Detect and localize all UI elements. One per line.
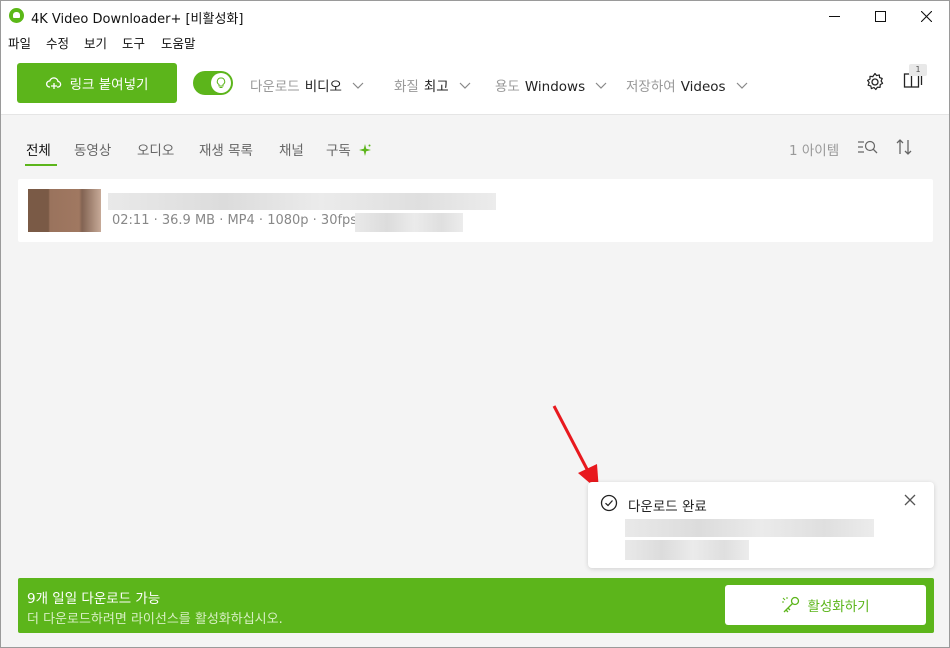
close-icon <box>904 494 916 506</box>
maximize-button[interactable] <box>857 1 903 31</box>
tab-videos[interactable]: 동영상 <box>74 139 111 159</box>
window-title: 4K Video Downloader+ [비활성화] <box>31 12 244 27</box>
settings-button[interactable] <box>865 72 885 96</box>
redacted-source <box>355 213 463 232</box>
toast-title: 다운로드 완료 <box>628 499 707 515</box>
check-circle-icon <box>600 494 618 516</box>
menu-file[interactable]: 파일 <box>8 33 31 52</box>
quality-value: 최고 <box>423 79 449 95</box>
chevron-down-icon <box>595 82 607 89</box>
key-icon <box>782 596 800 613</box>
license-banner: 9개 일일 다운로드 가능 더 다운로드하려면 라이선스를 활성화하십시오. 활… <box>18 578 934 633</box>
platform-select[interactable]: 용도 Windows <box>495 75 607 95</box>
redacted-filename <box>625 519 874 537</box>
download-type-label: 다운로드 <box>250 79 300 95</box>
tab-subscriptions[interactable]: 구독 <box>326 139 372 159</box>
sort-icon <box>896 139 912 155</box>
daily-limit-text: 9개 일일 다운로드 가능 <box>27 591 161 607</box>
toolbar: 링크 붙여넣기 다운로드 비디오 화질 최고 용도 Windows 저장하여 Video… <box>1 51 949 115</box>
smart-mode-toggle[interactable] <box>193 71 233 95</box>
save-location-select[interactable]: 저장하여 Videos <box>626 75 748 95</box>
item-count: 1 아이템 <box>789 143 840 159</box>
menu-bar: 파일 수정 보기 도구 도움말 <box>1 31 949 51</box>
lightbulb-icon <box>216 77 226 88</box>
video-thumbnail <box>28 189 101 232</box>
menu-help[interactable]: 도움말 <box>161 33 196 52</box>
chevron-down-icon <box>459 82 471 89</box>
activate-button[interactable]: 활성화하기 <box>725 585 926 625</box>
close-button[interactable] <box>903 1 949 31</box>
video-metadata: 02:11 · 36.9 MB · MP4 · 1080p · 30fps · <box>112 213 366 228</box>
app-window: 4K Video Downloader+ [비활성화] 파일 수정 보기 도구 … <box>0 0 950 648</box>
gear-icon <box>867 72 884 91</box>
active-tab-indicator <box>25 164 57 166</box>
platform-label: 용도 <box>495 79 520 95</box>
activate-label: 활성화하기 <box>807 599 870 615</box>
search-button[interactable] <box>857 139 879 159</box>
sparkle-icon <box>359 144 372 156</box>
tab-channels[interactable]: 채널 <box>279 139 304 159</box>
download-type-select[interactable]: 다운로드 비디오 <box>250 75 364 95</box>
menu-edit[interactable]: 수정 <box>46 33 69 52</box>
queue-count-badge: 1 <box>909 64 927 76</box>
filter-tabs: 전체 동영상 오디오 재생 목록 채널 구독 1 아이템 <box>1 131 949 167</box>
save-location-label: 저장하여 <box>626 79 676 95</box>
close-icon <box>920 10 932 22</box>
quality-select[interactable]: 화질 최고 <box>394 75 471 95</box>
title-bar: 4K Video Downloader+ [비활성화] <box>1 1 949 31</box>
redacted-path <box>625 540 749 560</box>
cloud-plus-icon <box>45 77 61 89</box>
download-list-item[interactable]: 02:11 · 36.9 MB · MP4 · 1080p · 30fps · <box>18 179 933 242</box>
save-location-value: Videos <box>680 79 726 95</box>
toggle-knob <box>211 73 231 93</box>
paste-link-button[interactable]: 링크 붙여넣기 <box>17 63 177 103</box>
minimize-button[interactable] <box>811 1 857 31</box>
tab-subscriptions-label: 구독 <box>326 143 351 159</box>
paste-link-label: 링크 붙여넣기 <box>69 77 149 93</box>
redacted-title <box>108 193 496 210</box>
app-logo-icon <box>9 8 24 23</box>
tab-all[interactable]: 전체 <box>26 139 51 159</box>
tab-playlists[interactable]: 재생 목록 <box>199 139 253 159</box>
menu-tools[interactable]: 도구 <box>122 33 145 52</box>
platform-value: Windows <box>524 79 586 95</box>
tab-audio[interactable]: 오디오 <box>137 139 174 159</box>
maximize-icon <box>874 10 886 22</box>
minimize-icon <box>828 15 840 17</box>
quality-label: 화질 <box>394 79 419 95</box>
search-icon <box>858 140 878 154</box>
toast-close-button[interactable] <box>904 494 916 510</box>
download-complete-toast: 다운로드 완료 <box>588 482 934 568</box>
download-type-value: 비디오 <box>304 79 342 95</box>
menu-view[interactable]: 보기 <box>84 33 107 52</box>
chevron-down-icon <box>352 82 364 89</box>
license-hint-text: 더 다운로드하려면 라이선스를 활성화하십시오. <box>27 612 283 627</box>
sort-button[interactable] <box>895 138 913 160</box>
chevron-down-icon <box>736 82 748 89</box>
